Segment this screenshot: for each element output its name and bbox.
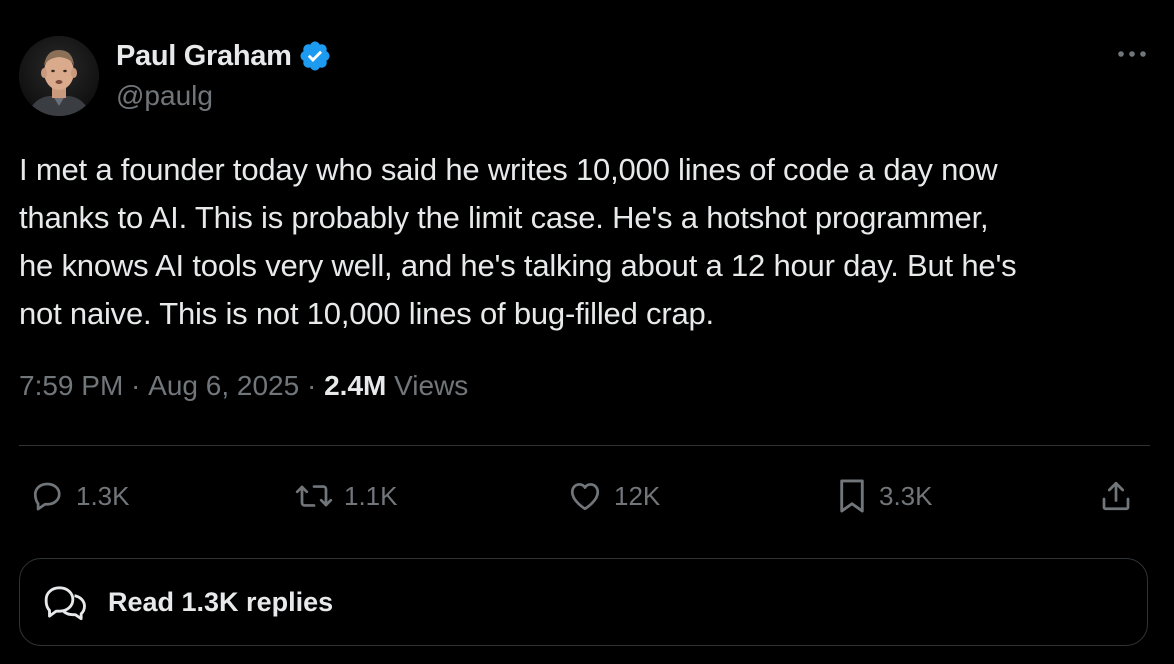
tweet-card: Paul Graham @paulg I met a founder today…	[0, 0, 1174, 664]
bookmark-button[interactable]: 3.3K	[835, 470, 933, 522]
action-bar: 1.3K 1.1K 12K 3.3K	[0, 470, 1174, 522]
like-button[interactable]: 12K	[566, 470, 660, 522]
share-icon	[1102, 481, 1130, 511]
divider	[19, 445, 1150, 446]
reply-count: 1.3K	[76, 480, 130, 511]
repost-button[interactable]: 1.1K	[294, 470, 398, 522]
views-label[interactable]: Views	[386, 370, 468, 402]
like-count: 12K	[614, 480, 661, 511]
more-horizontal-icon[interactable]	[1112, 40, 1152, 68]
read-replies-button[interactable]: Read 1.3K replies	[19, 558, 1148, 646]
tweet-date[interactable]: Aug 6, 2025	[148, 370, 299, 402]
avatar[interactable]	[19, 36, 99, 116]
author-handle[interactable]: @paulg	[116, 80, 213, 112]
reply-button[interactable]: 1.3K	[30, 470, 130, 522]
read-replies-label: Read 1.3K replies	[108, 586, 334, 617]
avatar-image	[19, 36, 99, 116]
author-name[interactable]: Paul Graham	[116, 40, 292, 73]
views-count[interactable]: 2.4M	[324, 370, 386, 402]
heart-icon	[570, 483, 600, 511]
bookmark-count: 3.3K	[879, 480, 933, 511]
reply-icon	[33, 482, 61, 511]
tweet-text: I met a founder today who said he writes…	[19, 152, 1017, 331]
verified-badge-icon[interactable]	[298, 39, 332, 73]
share-button[interactable]	[1098, 470, 1134, 522]
tweet-meta: 7:59 PM · Aug 6, 2025 · 2.4M Views	[19, 370, 468, 402]
tweet-time[interactable]: 7:59 PM	[19, 370, 123, 402]
meta-separator: ·	[299, 370, 325, 401]
repost-count: 1.1K	[344, 480, 398, 511]
bookmark-icon	[840, 479, 864, 513]
chat-bubbles-icon	[44, 586, 86, 621]
repost-icon	[295, 485, 333, 507]
author-name-row: Paul Graham	[116, 38, 332, 74]
meta-separator: ·	[123, 370, 149, 401]
